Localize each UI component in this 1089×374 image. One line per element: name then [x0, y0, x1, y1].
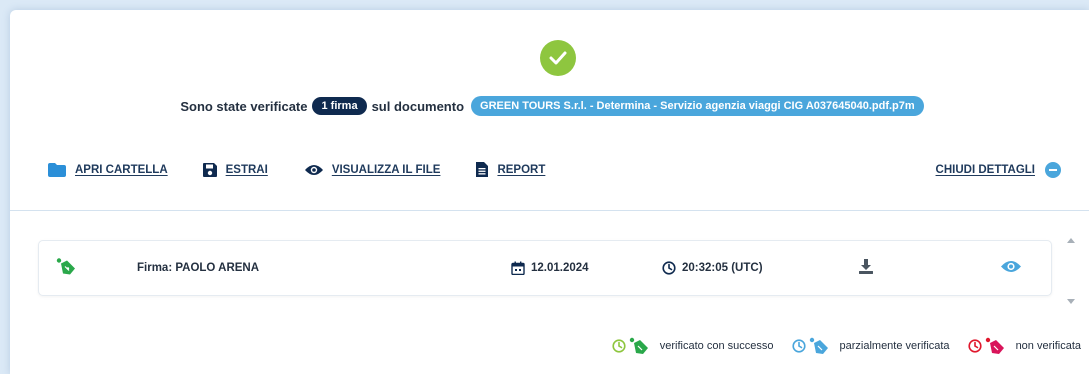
- document-icon: [476, 162, 489, 177]
- clock-success-icon: [612, 339, 626, 353]
- pen-failed-icon: [985, 337, 1004, 354]
- pen-success-icon: [629, 337, 648, 354]
- signature-count-badge: 1 firma: [312, 97, 367, 115]
- extract-label: ESTRAI: [225, 163, 268, 176]
- clock-failed-icon: [967, 339, 982, 353]
- open-folder-button[interactable]: APRI CARTELLA: [48, 162, 168, 177]
- verification-summary: Sono state verificate 1 firma sul docume…: [10, 96, 1089, 116]
- signer-name: Firma: PAOLO ARENA: [137, 262, 260, 274]
- minus-circle-icon: [1045, 162, 1061, 178]
- extract-button[interactable]: ESTRAI: [202, 162, 268, 177]
- legend-failed: non verificata: [967, 337, 1081, 355]
- report-button[interactable]: REPORT: [476, 162, 545, 177]
- verification-panel: Sono state verificate 1 firma sul docume…: [10, 10, 1089, 374]
- document-name-badge: GREEN TOURS S.r.l. - Determina - Servizi…: [471, 96, 924, 116]
- view-file-button[interactable]: VISUALIZZA IL FILE: [304, 163, 441, 176]
- signature-pen-success-icon: [56, 258, 76, 279]
- status-legend: verificato con successo parzialmente ver…: [594, 337, 1081, 355]
- clock-partial-icon: [791, 339, 806, 353]
- clock-icon: [662, 261, 676, 275]
- download-icon[interactable]: [859, 259, 873, 277]
- signature-time-value: 20:32:05 (UTC): [682, 262, 763, 274]
- close-details-button[interactable]: CHIUDI DETTAGLI: [936, 162, 1061, 178]
- legend-success: verificato con successo: [612, 337, 774, 355]
- success-check-icon: [540, 40, 576, 76]
- eye-icon: [304, 164, 323, 176]
- signature-row: Firma: PAOLO ARENA 12.01.2024 20:32:05 (…: [38, 240, 1052, 296]
- signature-time: 20:32:05 (UTC): [662, 261, 763, 275]
- signature-list-scrollbar[interactable]: [1063, 234, 1079, 308]
- pen-partial-icon: [809, 337, 828, 354]
- scroll-down-arrow-icon[interactable]: [1067, 299, 1075, 304]
- legend-partial: parzialmente verificata: [791, 337, 950, 355]
- legend-failed-label: non verificata: [1015, 340, 1081, 352]
- legend-success-label: verificato con successo: [659, 340, 774, 352]
- scroll-up-arrow-icon[interactable]: [1067, 238, 1075, 243]
- view-signature-eye-icon[interactable]: [1001, 260, 1021, 277]
- close-details-label: CHIUDI DETTAGLI: [935, 164, 1035, 176]
- signature-date-value: 12.01.2024: [531, 262, 589, 274]
- view-file-label: VISUALIZZA IL FILE: [331, 163, 441, 176]
- summary-middle: sul documento: [371, 98, 465, 114]
- calendar-icon: [511, 261, 525, 275]
- actions-toolbar: APRI CARTELLA ESTRAI VISUALIZZA IL FILE …: [48, 162, 545, 177]
- folder-icon: [48, 162, 66, 177]
- legend-partial-label: parzialmente verificata: [839, 340, 950, 352]
- open-folder-label: APRI CARTELLA: [75, 163, 168, 176]
- save-icon: [202, 162, 217, 177]
- signature-date: 12.01.2024: [511, 261, 589, 275]
- summary-prefix: Sono state verificate: [180, 98, 308, 114]
- report-label: REPORT: [497, 163, 546, 176]
- section-divider: [10, 210, 1089, 211]
